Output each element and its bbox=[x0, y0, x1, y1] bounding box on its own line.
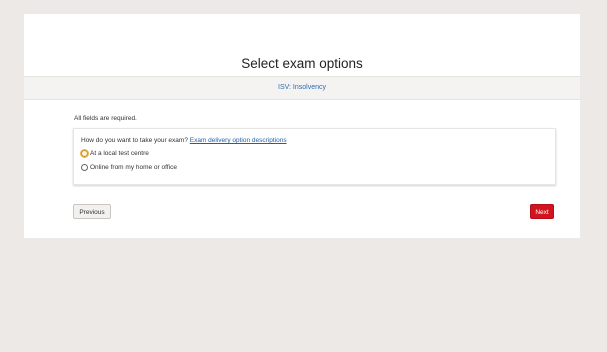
question-line: How do you want to take your exam? Exam … bbox=[81, 137, 287, 144]
question-text: How do you want to take your exam? bbox=[81, 137, 188, 144]
radio-test-centre[interactable] bbox=[79, 148, 90, 159]
exam-name: ISV: Insolvency bbox=[278, 84, 326, 91]
radio-online[interactable] bbox=[81, 164, 88, 171]
exam-options-card: Select exam options ISV: Insolvency All … bbox=[24, 14, 580, 238]
delivery-descriptions-link[interactable]: Exam delivery option descriptions bbox=[190, 137, 287, 144]
required-fields-note: All fields are required. bbox=[74, 115, 137, 122]
previous-button[interactable]: Previous bbox=[73, 204, 111, 219]
option-online[interactable]: Online from my home or office bbox=[81, 164, 177, 171]
next-button[interactable]: Next bbox=[530, 204, 554, 219]
delivery-question-panel: How do you want to take your exam? Exam … bbox=[73, 128, 556, 185]
option-online-label: Online from my home or office bbox=[90, 164, 177, 171]
option-test-centre-label: At a local test centre bbox=[90, 150, 149, 157]
option-test-centre[interactable]: At a local test centre bbox=[79, 148, 149, 159]
page-title: Select exam options bbox=[241, 56, 363, 71]
exam-name-banner: ISV: Insolvency bbox=[24, 76, 580, 100]
